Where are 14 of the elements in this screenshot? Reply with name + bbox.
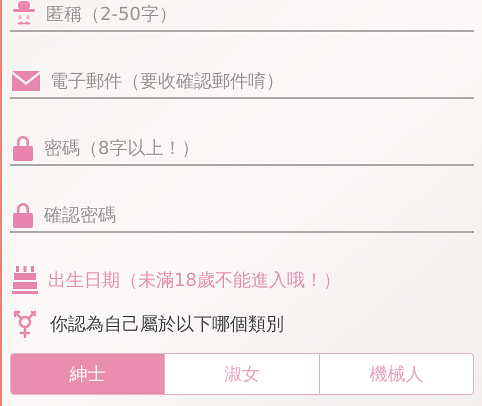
gender-tab[interactable]: 機械人 — [318, 354, 473, 394]
lock-icon — [12, 135, 34, 161]
envelope-icon — [12, 71, 40, 91]
gender-question: 你認為自己屬於以下哪個類別 — [50, 312, 284, 336]
gender-tab[interactable]: 紳士 — [11, 354, 164, 394]
lock-icon — [12, 202, 34, 228]
input-field[interactable]: 確認密碼 — [44, 199, 472, 231]
cake-icon — [12, 266, 38, 294]
input-field[interactable]: 密碼（8字以上！） — [44, 132, 472, 164]
birthday-picker[interactable]: 出生日期（未滿18歲不能進入哦！） — [48, 266, 341, 294]
input-field[interactable]: 匿稱（2-50字） — [46, 0, 472, 30]
gender-tab[interactable]: 淑女 — [164, 354, 319, 394]
input-field[interactable]: 電子郵件（要收確認郵件唷） — [50, 65, 472, 97]
gender-icon — [12, 310, 38, 338]
